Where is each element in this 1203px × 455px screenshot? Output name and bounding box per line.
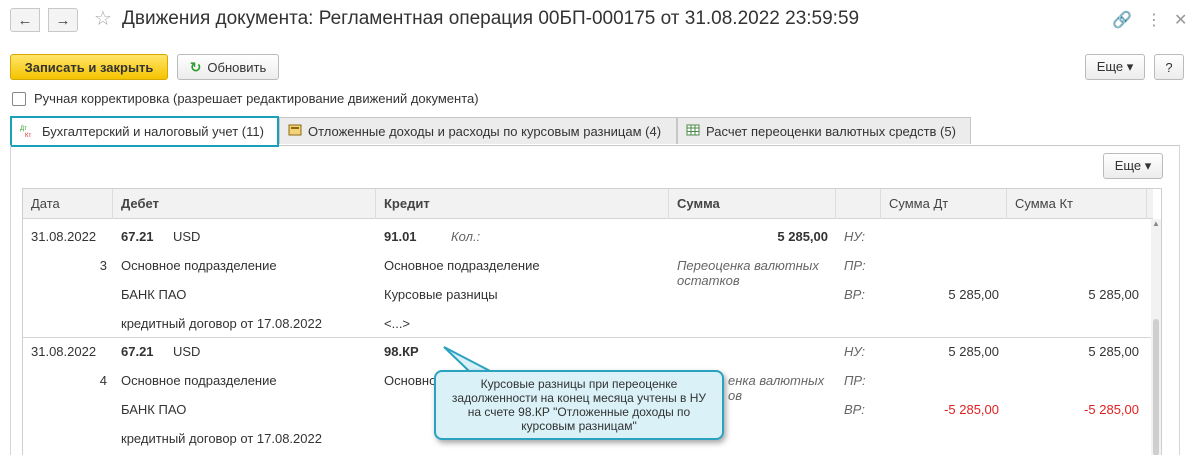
row-content-partial: ов [728, 388, 743, 403]
row-date: 31.08.2022 [31, 229, 97, 244]
title-bar: ← → ☆ Движения документа: Регламентная о… [0, 0, 1203, 40]
debit-account: 67.21 [121, 229, 154, 244]
debit-subconto-2: БАНК ПАО [121, 287, 187, 302]
pr-label: ПР: [844, 258, 866, 273]
page-title: Движения документа: Регламентная операци… [122, 8, 860, 29]
credit-quantity-label: Кол.: [451, 229, 481, 244]
credit-subconto-1: Основно [384, 373, 437, 388]
tab-revaluation-label: Расчет переоценки валютных средств (5) [706, 123, 956, 139]
manual-edit-label: Ручная корректировка (разрешает редактир… [34, 91, 479, 106]
vr-sum-kt: 5 285,00 [1088, 287, 1139, 302]
table-header: Дата Дебет Кредит Сумма Сумма Дт Сумма К… [23, 189, 1153, 219]
col-sum[interactable]: Сумма [669, 189, 836, 219]
debit-currency: USD [173, 344, 201, 359]
arrow-left-icon: ← [17, 11, 33, 29]
manual-edit-checkbox[interactable] [12, 91, 26, 106]
col-sum-kt[interactable]: Сумма Кт [1007, 189, 1147, 219]
more-menu-button[interactable]: Еще ▾ [1085, 54, 1145, 80]
scroll-up-icon[interactable]: ▲ [1152, 219, 1160, 228]
debit-subconto-2: БАНК ПАО [121, 402, 187, 417]
link-icon[interactable]: 🔗 [1112, 10, 1132, 30]
col-credit[interactable]: Кредит [376, 189, 669, 219]
vr-sum-kt: -5 285,00 [1084, 402, 1139, 417]
nu-label: НУ: [844, 344, 866, 359]
tab-accounting[interactable]: Дт Кт Бухгалтерский и налоговый учет (11) [10, 116, 279, 147]
nu-sum-kt: 5 285,00 [1088, 344, 1139, 359]
row-number: 4 [99, 373, 107, 388]
tab-deferred-income-label: Отложенные доходы и расходы по курсовым … [308, 123, 662, 139]
favorite-star-icon[interactable]: ☆ [94, 6, 112, 31]
vr-sum-dt: -5 285,00 [944, 402, 999, 417]
back-button[interactable]: ← [10, 8, 40, 32]
row-content-partial: енка валютных [728, 373, 825, 388]
credit-subconto-1: Основное подразделение [384, 258, 540, 273]
help-button[interactable]: ? [1154, 54, 1184, 80]
forward-button[interactable]: → [48, 8, 78, 32]
credit-subconto-3: <...> [384, 316, 411, 331]
debit-currency: USD [173, 229, 201, 244]
debit-subconto-3: кредитный договор от 17.08.2022 [121, 431, 322, 446]
tab-revaluation[interactable]: Расчет переоценки валютных средств (5) [677, 117, 971, 144]
nu-sum-dt: 5 285,00 [948, 344, 999, 359]
vr-label: ВР: [844, 287, 865, 302]
refresh-icon: ↻ [189, 58, 202, 75]
svg-text:Дт: Дт [20, 126, 27, 132]
tab-deferred-income[interactable]: Отложенные доходы и расходы по курсовым … [279, 117, 677, 144]
vertical-scrollbar[interactable]: ▲ [1151, 219, 1161, 455]
refresh-button[interactable]: ↻ Обновить [177, 54, 279, 80]
row-date: 31.08.2022 [31, 344, 97, 359]
callout-note: Курсовые разницы при переоценке задолжен… [434, 370, 724, 440]
col-sum-dt[interactable]: Сумма Дт [881, 189, 1007, 219]
svg-text:Кт: Кт [25, 133, 31, 138]
row-separator [23, 337, 1153, 338]
tab-accounting-label: Бухгалтерский и налоговый учет (11) [42, 124, 264, 139]
col-date[interactable]: Дата [23, 189, 113, 219]
vr-sum-dt: 5 285,00 [948, 287, 999, 302]
debit-subconto-1: Основное подразделение [121, 373, 277, 388]
grid-more-button[interactable]: Еще ▾ [1103, 153, 1163, 179]
debit-account: 67.21 [121, 344, 154, 359]
arrow-right-icon: → [55, 11, 71, 29]
debit-subconto-1: Основное подразделение [121, 258, 277, 273]
scroll-thumb[interactable] [1153, 319, 1159, 455]
nu-label: НУ: [844, 229, 866, 244]
debit-credit-icon: Дт Кт [20, 124, 36, 140]
register-icon [288, 124, 302, 138]
debit-subconto-3: кредитный договор от 17.08.2022 [121, 316, 322, 331]
refresh-label: Обновить [207, 59, 267, 75]
credit-account: 91.01 [384, 229, 417, 244]
vr-label: ВР: [844, 402, 865, 417]
credit-subconto-2: Курсовые разницы [384, 287, 498, 302]
table-icon [686, 124, 700, 138]
row-number: 3 [99, 258, 107, 273]
row-sum: 5 285,00 [777, 229, 828, 244]
row-content: Переоценка валютных остатков [677, 258, 819, 288]
col-debit[interactable]: Дебет [113, 189, 376, 219]
credit-account: 98.КР [384, 344, 419, 359]
save-and-close-button[interactable]: Записать и закрыть [10, 54, 168, 80]
more-actions-icon[interactable]: ⋮ [1146, 10, 1162, 30]
col-accounting-type[interactable] [836, 189, 881, 219]
pr-label: ПР: [844, 373, 866, 388]
manual-edit-row[interactable]: Ручная корректировка (разрешает редактир… [12, 91, 479, 106]
close-icon[interactable]: ✕ [1174, 10, 1187, 30]
